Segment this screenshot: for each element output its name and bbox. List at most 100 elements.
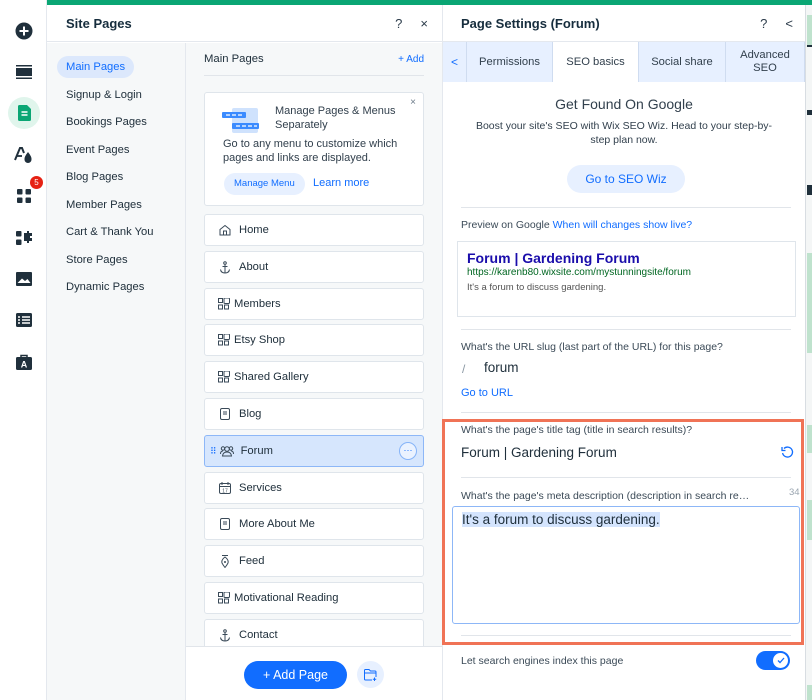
google-preview-label: Preview on Google When will changes show… <box>461 219 692 231</box>
title-tag-input[interactable]: Forum | Gardening Forum <box>461 445 617 460</box>
svg-text:17: 17 <box>222 488 228 494</box>
go-to-seo-wiz-button[interactable]: Go to SEO Wiz <box>567 165 685 193</box>
page-label: More About Me <box>239 518 315 530</box>
category-cart-thank-you[interactable]: Cart & Thank You <box>47 217 185 245</box>
page-item-motivational-reading[interactable]: Motivational Reading <box>204 582 424 614</box>
sections-icon <box>16 65 32 79</box>
promo-text: Go to any menu to customize which pages … <box>223 138 398 164</box>
anchor-icon <box>218 260 232 274</box>
category-label: Bookings Pages <box>66 116 147 128</box>
reset-icon[interactable] <box>781 446 794 459</box>
add-page-button[interactable]: + Add Page <box>244 661 347 689</box>
rail-sections[interactable] <box>8 56 40 88</box>
page-label: Home <box>239 224 269 236</box>
rail-cms[interactable] <box>8 304 40 336</box>
panel-title: Page Settings (Forum) <box>461 15 600 31</box>
rail-apps[interactable]: 5 <box>8 176 43 212</box>
changes-live-link[interactable]: When will changes show live? <box>553 219 692 231</box>
page-item-about[interactable]: About <box>204 251 424 283</box>
page-item-etsy-shop[interactable]: Etsy Shop <box>204 324 424 356</box>
page-label: About <box>239 261 269 273</box>
collapse-icon[interactable]: < <box>785 16 793 31</box>
canvas-fragment <box>807 15 812 45</box>
page-item-members[interactable]: Members <box>204 288 424 320</box>
help-icon[interactable]: ? <box>395 16 402 31</box>
page-item-services[interactable]: 17 Services <box>204 472 424 504</box>
character-count: 34 <box>789 487 800 498</box>
category-label: Member Pages <box>66 198 142 211</box>
drag-handle-icon[interactable]: ⠿ <box>210 446 217 457</box>
help-icon[interactable]: ? <box>760 16 767 31</box>
canvas-fragment <box>807 45 812 47</box>
add-folder-icon <box>364 668 377 681</box>
category-label: Event Pages <box>66 143 130 156</box>
category-signup-login[interactable]: Signup & Login <box>47 80 185 108</box>
rail-add-elements[interactable] <box>8 15 40 47</box>
page-item-forum[interactable]: ⠿ Forum ··· <box>204 435 424 467</box>
tab-permissions[interactable]: Permissions <box>467 42 553 82</box>
index-page-label: Let search engines index this page <box>461 655 624 667</box>
meta-description-textarea[interactable]: It's a forum to discuss gardening. <box>452 506 800 624</box>
page-label: Members <box>234 298 281 310</box>
page-item-blog[interactable]: Blog <box>204 398 424 430</box>
page-label: Services <box>239 482 282 494</box>
tab-social-share[interactable]: Social share <box>639 42 726 82</box>
pages-footer: + Add Page <box>186 646 442 700</box>
apps-icon <box>17 189 31 203</box>
rail-design[interactable] <box>8 139 40 171</box>
title-tag-label: What's the page's title tag (title in se… <box>461 424 693 436</box>
seo-wiz-text: Boost your site's SEO with Wix SEO Wiz. … <box>475 120 773 146</box>
tabs-scroll-left-icon[interactable]: < <box>443 42 467 82</box>
slug-separator: / <box>462 362 466 376</box>
manage-menu-button[interactable]: Manage Menu <box>224 173 305 195</box>
canvas-fragment <box>807 500 812 540</box>
anchor-icon <box>218 628 232 642</box>
panel-title: Site Pages <box>66 15 132 31</box>
category-member-pages[interactable]: Member Pages <box>47 190 185 218</box>
category-label: Dynamic Pages <box>66 281 145 293</box>
page-item-feed[interactable]: Feed <box>204 545 424 577</box>
category-label: Blog Pages <box>66 171 124 183</box>
url-slug-input[interactable]: forum <box>484 360 519 375</box>
rail-media[interactable] <box>8 263 40 295</box>
divider <box>461 635 791 636</box>
go-to-url-link[interactable]: Go to URL <box>461 387 513 399</box>
preview-label-text: Preview on Google <box>461 219 550 231</box>
business-apps-icon <box>16 231 32 245</box>
category-event-pages[interactable]: Event Pages <box>47 135 185 163</box>
tab-advanced-seo[interactable]: Advanced SEO <box>726 42 805 82</box>
canvas-fragment <box>807 685 812 700</box>
rail-business-apps[interactable] <box>8 222 40 254</box>
tab-seo-basics[interactable]: SEO basics <box>553 42 639 82</box>
home-icon <box>218 223 232 237</box>
category-dynamic-pages[interactable]: Dynamic Pages <box>47 272 185 300</box>
category-main-pages[interactable]: Main Pages <box>47 52 185 80</box>
rail-pages[interactable] <box>8 97 40 129</box>
category-bookings-pages[interactable]: Bookings Pages <box>47 107 185 135</box>
manage-menus-promo: × Manage Pages & Menus Separately Go to … <box>204 92 424 206</box>
left-tool-rail: 5 A <box>0 0 47 700</box>
wix-editor: 5 A Site Pages ? × Main Pages Signup & L… <box>0 0 812 700</box>
category-store-pages[interactable]: Store Pages <box>47 245 185 273</box>
more-actions-button[interactable]: ··· <box>399 442 417 460</box>
add-icon <box>15 22 33 40</box>
category-label: Cart & Thank You <box>66 226 154 238</box>
rail-portfolio[interactable]: A <box>8 346 40 378</box>
add-button[interactable]: + Add <box>398 54 424 65</box>
page-item-home[interactable]: Home <box>204 214 424 246</box>
page-item-shared-gallery[interactable]: Shared Gallery <box>204 361 424 393</box>
page-item-more-about-me[interactable]: More About Me <box>204 508 424 540</box>
toggle-knob <box>773 653 788 668</box>
site-pages-panel: Site Pages ? × Main Pages Signup & Login… <box>47 5 443 700</box>
index-page-toggle[interactable] <box>756 651 790 670</box>
site-pages-header: Site Pages ? × <box>47 5 442 42</box>
canvas-fragment <box>807 185 812 195</box>
page-label: Motivational Reading <box>234 592 339 604</box>
add-folder-button[interactable] <box>357 661 384 688</box>
section-title: Main Pages <box>204 53 264 65</box>
learn-more-link[interactable]: Learn more <box>313 177 369 189</box>
close-icon[interactable]: × <box>420 16 428 31</box>
cms-icon <box>16 313 32 327</box>
page-label: Forum <box>240 445 273 457</box>
category-blog-pages[interactable]: Blog Pages <box>47 162 185 190</box>
